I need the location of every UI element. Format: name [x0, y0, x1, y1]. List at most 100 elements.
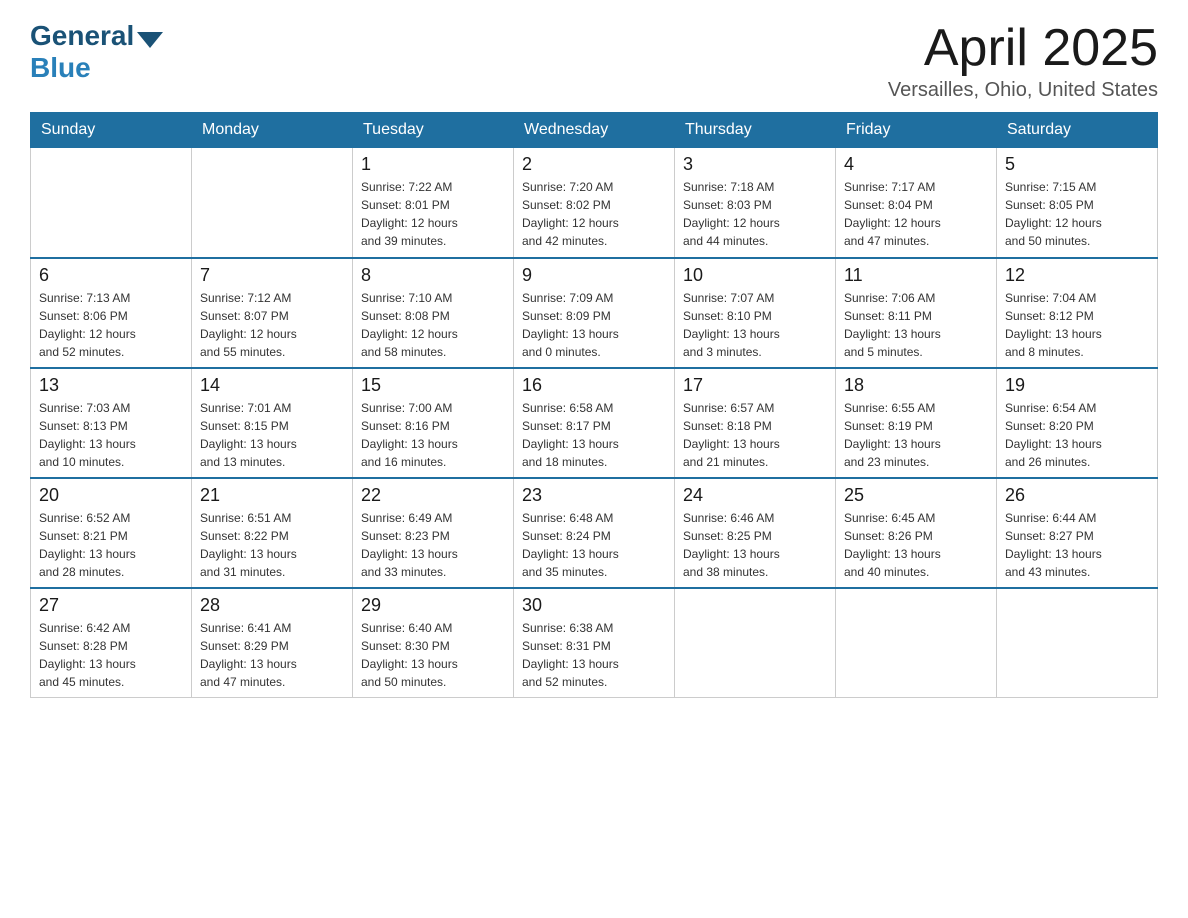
day-number: 12 [1005, 265, 1149, 286]
day-number: 2 [522, 154, 666, 175]
day-info: Sunrise: 7:17 AM Sunset: 8:04 PM Dayligh… [844, 178, 988, 250]
calendar-day-header: Sunday [31, 113, 192, 148]
calendar-day-cell: 2 Sunrise: 7:20 AM Sunset: 8:02 PM Daylig… [514, 148, 675, 258]
day-info: Sunrise: 7:00 AM Sunset: 8:16 PM Dayligh… [361, 399, 505, 471]
day-number: 5 [1005, 154, 1149, 175]
calendar-week-row: 27 Sunrise: 6:42 AM Sunset: 8:28 PM Dayli… [31, 588, 1158, 698]
day-number: 20 [39, 485, 183, 506]
day-number: 27 [39, 595, 183, 616]
day-info: Sunrise: 7:03 AM Sunset: 8:13 PM Dayligh… [39, 399, 183, 471]
day-info: Sunrise: 6:45 AM Sunset: 8:26 PM Dayligh… [844, 509, 988, 581]
day-number: 13 [39, 375, 183, 396]
calendar-day-cell: 5 Sunrise: 7:15 AM Sunset: 8:05 PM Daylig… [997, 148, 1158, 258]
calendar-day-cell: 7 Sunrise: 7:12 AM Sunset: 8:07 PM Daylig… [192, 258, 353, 368]
day-info: Sunrise: 6:48 AM Sunset: 8:24 PM Dayligh… [522, 509, 666, 581]
calendar-day-cell: 15 Sunrise: 7:00 AM Sunset: 8:16 PM Dayli… [353, 368, 514, 478]
calendar-day-cell: 24 Sunrise: 6:46 AM Sunset: 8:25 PM Dayli… [675, 478, 836, 588]
calendar-day-cell: 8 Sunrise: 7:10 AM Sunset: 8:08 PM Daylig… [353, 258, 514, 368]
day-number: 7 [200, 265, 344, 286]
page-title: April 2025 [888, 20, 1158, 77]
day-info: Sunrise: 7:06 AM Sunset: 8:11 PM Dayligh… [844, 289, 988, 361]
day-info: Sunrise: 7:15 AM Sunset: 8:05 PM Dayligh… [1005, 178, 1149, 250]
day-number: 22 [361, 485, 505, 506]
calendar-day-cell: 23 Sunrise: 6:48 AM Sunset: 8:24 PM Dayli… [514, 478, 675, 588]
day-number: 18 [844, 375, 988, 396]
calendar-table: SundayMondayTuesdayWednesdayThursdayFrid… [30, 112, 1158, 698]
calendar-day-cell: 21 Sunrise: 6:51 AM Sunset: 8:22 PM Dayli… [192, 478, 353, 588]
day-info: Sunrise: 7:18 AM Sunset: 8:03 PM Dayligh… [683, 178, 827, 250]
day-number: 3 [683, 154, 827, 175]
day-number: 15 [361, 375, 505, 396]
calendar-day-header: Saturday [997, 113, 1158, 148]
day-number: 25 [844, 485, 988, 506]
day-number: 24 [683, 485, 827, 506]
calendar-day-header: Thursday [675, 113, 836, 148]
day-number: 9 [522, 265, 666, 286]
day-number: 1 [361, 154, 505, 175]
day-info: Sunrise: 7:10 AM Sunset: 8:08 PM Dayligh… [361, 289, 505, 361]
calendar-day-cell [31, 148, 192, 258]
calendar-day-cell [192, 148, 353, 258]
calendar-day-cell: 20 Sunrise: 6:52 AM Sunset: 8:21 PM Dayli… [31, 478, 192, 588]
calendar-day-cell: 25 Sunrise: 6:45 AM Sunset: 8:26 PM Dayli… [836, 478, 997, 588]
day-number: 10 [683, 265, 827, 286]
logo: General Blue [30, 20, 163, 84]
day-info: Sunrise: 6:51 AM Sunset: 8:22 PM Dayligh… [200, 509, 344, 581]
day-number: 26 [1005, 485, 1149, 506]
day-number: 17 [683, 375, 827, 396]
page-header: General Blue April 2025 Versailles, Ohio… [30, 20, 1158, 102]
calendar-day-cell: 4 Sunrise: 7:17 AM Sunset: 8:04 PM Daylig… [836, 148, 997, 258]
day-number: 28 [200, 595, 344, 616]
logo-blue-text: Blue [30, 52, 91, 83]
calendar-day-header: Monday [192, 113, 353, 148]
day-number: 6 [39, 265, 183, 286]
day-info: Sunrise: 6:58 AM Sunset: 8:17 PM Dayligh… [522, 399, 666, 471]
day-info: Sunrise: 7:12 AM Sunset: 8:07 PM Dayligh… [200, 289, 344, 361]
page-location: Versailles, Ohio, United States [888, 79, 1158, 102]
calendar-day-cell: 29Sunrise: 6:40 AM Sunset: 8:30 PM Dayli… [353, 588, 514, 698]
calendar-day-cell [997, 588, 1158, 698]
day-info: Sunrise: 6:40 AM Sunset: 8:30 PM Dayligh… [361, 619, 505, 691]
day-info: Sunrise: 7:07 AM Sunset: 8:10 PM Dayligh… [683, 289, 827, 361]
day-info: Sunrise: 6:49 AM Sunset: 8:23 PM Dayligh… [361, 509, 505, 581]
day-info: Sunrise: 6:57 AM Sunset: 8:18 PM Dayligh… [683, 399, 827, 471]
day-number: 11 [844, 265, 988, 286]
calendar-week-row: 20 Sunrise: 6:52 AM Sunset: 8:21 PM Dayli… [31, 478, 1158, 588]
calendar-day-cell: 30Sunrise: 6:38 AM Sunset: 8:31 PM Dayli… [514, 588, 675, 698]
calendar-day-cell [836, 588, 997, 698]
day-number: 4 [844, 154, 988, 175]
day-info: Sunrise: 6:38 AM Sunset: 8:31 PM Dayligh… [522, 619, 666, 691]
calendar-header-row: SundayMondayTuesdayWednesdayThursdayFrid… [31, 113, 1158, 148]
calendar-day-cell: 16 Sunrise: 6:58 AM Sunset: 8:17 PM Dayli… [514, 368, 675, 478]
day-info: Sunrise: 6:46 AM Sunset: 8:25 PM Dayligh… [683, 509, 827, 581]
calendar-day-cell: 18Sunrise: 6:55 AM Sunset: 8:19 PM Dayli… [836, 368, 997, 478]
day-number: 14 [200, 375, 344, 396]
calendar-day-cell: 22 Sunrise: 6:49 AM Sunset: 8:23 PM Dayli… [353, 478, 514, 588]
calendar-day-header: Tuesday [353, 113, 514, 148]
calendar-day-cell: 12 Sunrise: 7:04 AM Sunset: 8:12 PM Dayli… [997, 258, 1158, 368]
day-info: Sunrise: 7:20 AM Sunset: 8:02 PM Dayligh… [522, 178, 666, 250]
calendar-week-row: 6 Sunrise: 7:13 AM Sunset: 8:06 PM Daylig… [31, 258, 1158, 368]
calendar-day-cell: 19Sunrise: 6:54 AM Sunset: 8:20 PM Dayli… [997, 368, 1158, 478]
day-number: 23 [522, 485, 666, 506]
day-info: Sunrise: 6:42 AM Sunset: 8:28 PM Dayligh… [39, 619, 183, 691]
day-info: Sunrise: 6:52 AM Sunset: 8:21 PM Dayligh… [39, 509, 183, 581]
calendar-day-header: Friday [836, 113, 997, 148]
calendar-day-cell: 10 Sunrise: 7:07 AM Sunset: 8:10 PM Dayli… [675, 258, 836, 368]
day-info: Sunrise: 7:13 AM Sunset: 8:06 PM Dayligh… [39, 289, 183, 361]
day-number: 16 [522, 375, 666, 396]
day-info: Sunrise: 7:01 AM Sunset: 8:15 PM Dayligh… [200, 399, 344, 471]
day-info: Sunrise: 7:22 AM Sunset: 8:01 PM Dayligh… [361, 178, 505, 250]
calendar-day-cell: 27 Sunrise: 6:42 AM Sunset: 8:28 PM Dayli… [31, 588, 192, 698]
calendar-day-cell: 28 Sunrise: 6:41 AM Sunset: 8:29 PM Dayli… [192, 588, 353, 698]
day-info: Sunrise: 6:41 AM Sunset: 8:29 PM Dayligh… [200, 619, 344, 691]
day-info: Sunrise: 7:04 AM Sunset: 8:12 PM Dayligh… [1005, 289, 1149, 361]
calendar-day-header: Wednesday [514, 113, 675, 148]
day-number: 21 [200, 485, 344, 506]
calendar-day-cell: 3 Sunrise: 7:18 AM Sunset: 8:03 PM Daylig… [675, 148, 836, 258]
calendar-day-cell: 11 Sunrise: 7:06 AM Sunset: 8:11 PM Dayli… [836, 258, 997, 368]
day-number: 8 [361, 265, 505, 286]
calendar-day-cell: 13 Sunrise: 7:03 AM Sunset: 8:13 PM Dayli… [31, 368, 192, 478]
day-number: 19 [1005, 375, 1149, 396]
calendar-day-cell: 9Sunrise: 7:09 AM Sunset: 8:09 PM Daylig… [514, 258, 675, 368]
